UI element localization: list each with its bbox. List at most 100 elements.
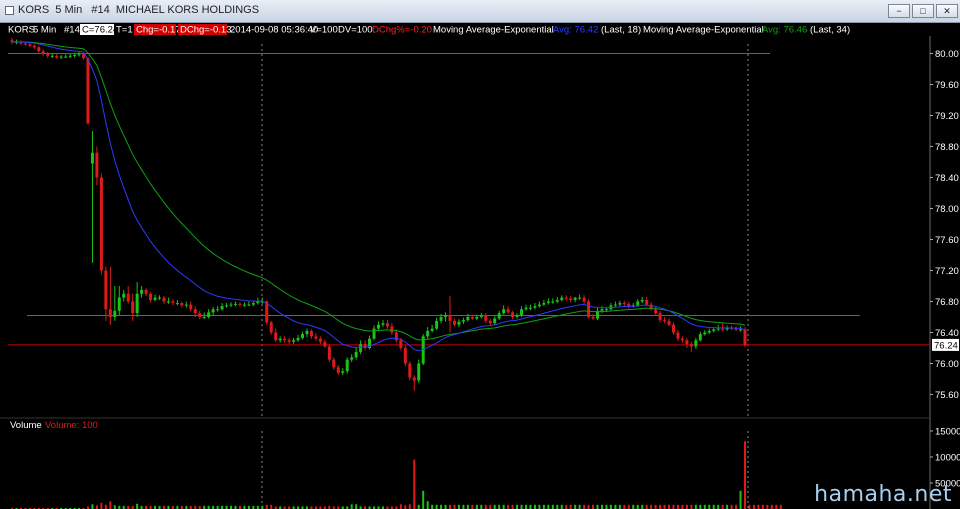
candle (175, 299, 179, 306)
candle (555, 296, 559, 304)
candle (488, 318, 492, 326)
candle (381, 320, 385, 328)
candle (587, 299, 591, 319)
price-tick-label: 78.40 (935, 173, 959, 184)
header-close: C=76.24 (82, 25, 118, 36)
volume-bar (779, 504, 782, 509)
candle (537, 301, 541, 308)
candle (694, 337, 698, 349)
candle (627, 301, 631, 309)
volume-bar (444, 504, 447, 509)
candle (242, 302, 246, 307)
volume-bar (422, 490, 425, 509)
volume-bar (744, 441, 746, 509)
volume-bar (113, 505, 116, 509)
candle (417, 359, 421, 383)
volume-bar (600, 504, 603, 509)
candle (274, 328, 278, 342)
price-tick-label: 80.00 (935, 49, 959, 60)
ma2-avg: Avg: 76.46 (762, 25, 807, 36)
ma2-params: (Last, 34) (810, 25, 850, 36)
candle (50, 53, 54, 59)
volume-bar (703, 504, 706, 509)
volume-bar (484, 504, 487, 509)
volume-bar (542, 504, 545, 509)
volume-bar (663, 504, 666, 509)
volume-bar (721, 504, 724, 509)
volume-bar (632, 504, 635, 509)
last-price-marker: 76.24 (932, 338, 959, 351)
candle (564, 295, 568, 301)
volume-bar (752, 504, 755, 509)
volume-bar (426, 501, 429, 509)
candle (671, 322, 675, 335)
candle (225, 303, 229, 308)
candle (157, 295, 161, 300)
candle (573, 296, 577, 303)
header-symbol: KORS (8, 25, 35, 36)
volume-bar (91, 504, 94, 509)
candle (336, 365, 340, 376)
candle (135, 282, 139, 317)
volume-bar (681, 504, 684, 509)
volume-bar (712, 504, 715, 509)
volume-bar (654, 504, 657, 509)
candle (560, 295, 564, 302)
candle (546, 298, 550, 305)
candle (609, 303, 613, 311)
volume-bar (569, 504, 572, 509)
price-tick-label: 75.60 (935, 390, 959, 401)
header-dchg: DChg=-0.13 (180, 25, 232, 36)
header-datetime: 2014-09-08 05:36:40 (230, 25, 318, 36)
price-tick-label: 77.20 (935, 266, 959, 277)
candle (520, 306, 524, 317)
candle (184, 301, 188, 308)
volume-bar (529, 504, 532, 509)
candle (685, 337, 689, 348)
volume-bar (726, 504, 729, 509)
volume-bar (413, 459, 416, 509)
candle (32, 44, 36, 49)
candle (698, 331, 702, 342)
close-button[interactable]: ✕ (936, 4, 958, 18)
volume-bar (775, 504, 778, 509)
header-volume: V=100 (310, 25, 338, 36)
candle (269, 320, 273, 335)
volume-bar (502, 504, 505, 509)
candle (479, 313, 483, 319)
volume-bar (636, 504, 639, 509)
volume-bar (475, 504, 478, 509)
price-chart[interactable]: KORS 5 Min #14 C=76.24 T=1 Chg=-0.17 DCh… (0, 22, 960, 509)
candle (166, 297, 170, 304)
header-chg: Chg=-0.17 (136, 25, 181, 36)
candle (278, 336, 282, 343)
candle (703, 330, 707, 336)
restore-button[interactable]: □ (912, 4, 934, 18)
watermark: hamaha.net (814, 482, 952, 507)
candle (542, 299, 546, 307)
candle (19, 40, 23, 45)
candle (144, 288, 148, 297)
minimize-button[interactable]: − (888, 4, 910, 18)
volume-bar (770, 504, 773, 509)
volume-bar (480, 504, 483, 509)
volume-bar (355, 504, 358, 509)
candle (238, 302, 242, 307)
candle (461, 317, 465, 324)
candle (10, 38, 14, 45)
candle (613, 301, 617, 307)
volume-bar (408, 504, 411, 509)
price-tick-label: 78.80 (935, 142, 959, 153)
candle (59, 55, 63, 59)
candle (430, 324, 434, 333)
window-titlebar: KORS 5 Min #14 MICHAEL KORS HOLDINGS − □… (0, 0, 960, 23)
volume-bar (565, 504, 568, 509)
candle (309, 329, 313, 339)
candle (493, 316, 497, 325)
volume-bar (583, 504, 586, 509)
volume-bar (95, 505, 98, 509)
candle (372, 325, 376, 341)
candle (448, 296, 452, 333)
volume-bar (766, 504, 769, 509)
candle (332, 357, 336, 370)
